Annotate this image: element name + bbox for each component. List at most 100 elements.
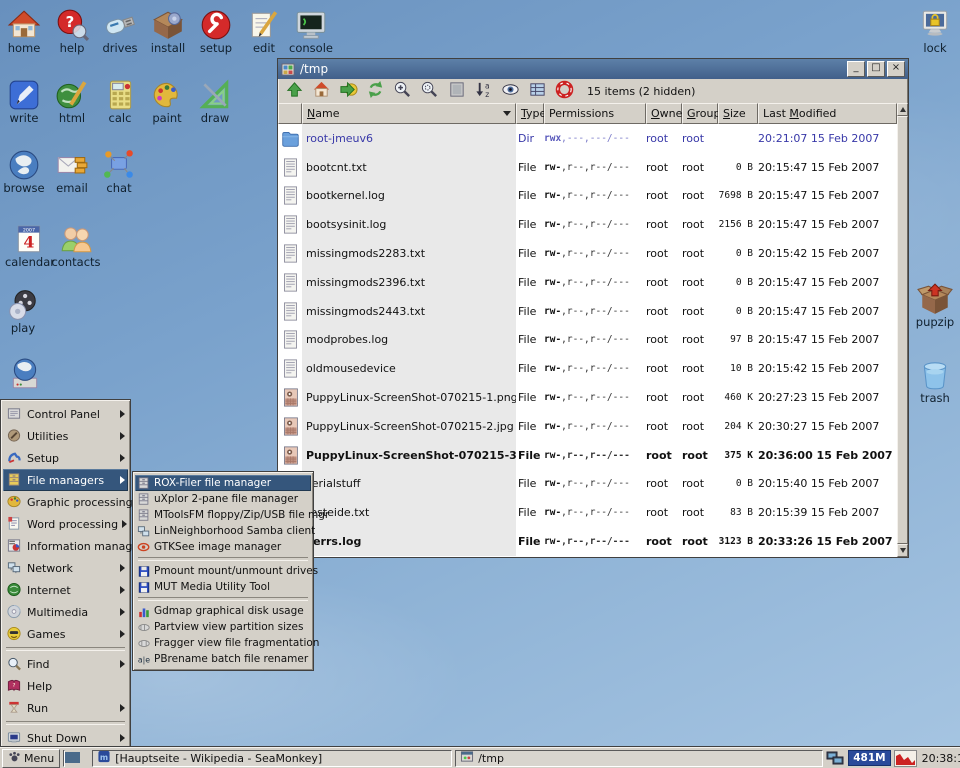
table-row[interactable]: PuppyLinux-ScreenShot-070215-2.jpgFilerw…: [278, 412, 897, 441]
menu-button[interactable]: Menu: [2, 749, 60, 768]
table-row[interactable]: modprobes.logFilerw-,r--,r--/---rootroot…: [278, 326, 897, 355]
menu-item-information-managers[interactable]: Information managers: [3, 535, 128, 557]
network-tray-icon[interactable]: [826, 751, 845, 766]
desktop-icon-lock[interactable]: lock: [902, 8, 960, 54]
desktop-icon-console[interactable]: console: [278, 8, 344, 54]
taskbar-task-2[interactable]: /tmp: [455, 750, 823, 767]
menu-item-internet[interactable]: Internet: [3, 579, 128, 601]
column-header-last-modified[interactable]: Last Modified: [758, 103, 897, 124]
close-button[interactable]: ×: [887, 61, 905, 77]
file-permissions: rw-,r--,r--/---: [544, 219, 646, 230]
column-header-permissions[interactable]: Permissions: [544, 103, 646, 124]
zoom-fit-button[interactable]: [417, 80, 441, 102]
vertical-scrollbar[interactable]: [897, 103, 908, 557]
menu-item-multimedia[interactable]: Multimedia: [3, 601, 128, 623]
table-row[interactable]: PuppyLinux-ScreenShot-070215-1.pngFilerw…: [278, 383, 897, 412]
file-type: File: [516, 449, 544, 462]
taskbar-task-1[interactable]: m[Hauptseite - Wikipedia - SeaMonkey]: [92, 750, 452, 767]
table-row[interactable]: bootkernel.logFilerw-,r--,r--/---rootroo…: [278, 182, 897, 211]
desktop-icon-play[interactable]: play: [0, 288, 56, 334]
scroll-up-button[interactable]: [897, 103, 908, 116]
menu-item-pmount-mount-unmount-drives[interactable]: Pmount mount/unmount drives: [135, 563, 311, 579]
scroll-down-button[interactable]: [897, 544, 908, 557]
column-header-group[interactable]: Group: [682, 103, 718, 124]
up-button[interactable]: [282, 80, 306, 102]
desktop-icon-trash[interactable]: trash: [902, 358, 960, 404]
menu-item-utilities[interactable]: Utilities: [3, 425, 128, 447]
menu-item-shut-down[interactable]: Shut Down: [3, 727, 128, 749]
help-button[interactable]: [552, 80, 576, 102]
column-header-blank[interactable]: [278, 103, 302, 124]
menu-item-mut-media-utility-tool[interactable]: MUT Media Utility Tool: [135, 579, 311, 595]
window-titlebar[interactable]: /tmp _ □ ×: [278, 59, 908, 79]
refresh-button[interactable]: [363, 80, 387, 102]
menu-item-label: uXplor 2-pane file manager: [154, 493, 298, 505]
menu-item-word-processing[interactable]: Word processing: [3, 513, 128, 535]
network-icon: [6, 560, 23, 576]
column-header-owner[interactable]: Owner: [646, 103, 682, 124]
table-row[interactable]: serialstuffFilerw-,r--,r--/---rootroot0 …: [278, 470, 897, 499]
desktop-icon-contacts[interactable]: contacts: [43, 222, 109, 268]
menu-item-games[interactable]: Games: [3, 623, 128, 645]
file-size: 460 K: [718, 392, 758, 403]
table-row[interactable]: missingmods2443.txtFilerw-,r--,r--/---ro…: [278, 297, 897, 326]
table-row[interactable]: root-jmeuv6Dirrwx,---,---/---rootroot20:…: [278, 124, 897, 153]
table-row[interactable]: bootcnt.txtFilerw-,r--,r--/---rootroot0 …: [278, 153, 897, 182]
menu-item-partview-view-partition-sizes[interactable]: Partview view partition sizes: [135, 619, 311, 635]
menu-item-fragger-view-file-fragmentation[interactable]: Fragger view file fragmentation: [135, 635, 311, 651]
menu-item-control-panel[interactable]: Control Panel: [3, 403, 128, 425]
menu-item-setup[interactable]: Setup: [3, 447, 128, 469]
table-row[interactable]: PuppyLinux-ScreenShot-070215-3.pngFilerw…: [278, 441, 897, 470]
menu-item-find[interactable]: Find: [3, 653, 128, 675]
menu-item-help[interactable]: ?Help: [3, 675, 128, 697]
menu-item-file-managers[interactable]: File managers: [3, 469, 128, 491]
menu-item-linneighborhood-samba-client[interactable]: LinNeighborhood Samba client: [135, 523, 311, 539]
column-header-name[interactable]: Name: [302, 103, 516, 124]
file-modified: 20:15:47 15 Feb 2007: [758, 161, 897, 174]
table-row[interactable]: bootsysinit.logFilerw-,r--,r--/---rootro…: [278, 210, 897, 239]
scrollbar-thumb[interactable]: [897, 116, 908, 544]
lock-icon: [902, 8, 960, 42]
table-row[interactable]: missingmods2283.txtFilerw-,r--,r--/---ro…: [278, 239, 897, 268]
details-view-button[interactable]: [525, 80, 549, 102]
menu-item-mtoolsfm-floppy-zip-usb-file-mgr[interactable]: MToolsFM floppy/Zip/USB file mgr: [135, 507, 311, 523]
menu-item-graphic-processing[interactable]: Graphic processing: [3, 491, 128, 513]
home-button[interactable]: [309, 80, 333, 102]
column-header-size[interactable]: Size: [718, 103, 758, 124]
file-size: 0 B: [718, 277, 758, 288]
desktop-icon-connect[interactable]: [0, 358, 58, 392]
menu-item-rox-filer-file-manager[interactable]: ROX-Filer file manager: [135, 475, 311, 491]
submenu-arrow-icon: [122, 520, 127, 528]
file-name: missingmods2283.txt: [302, 239, 516, 268]
menu-item-gdmap-graphical-disk-usage[interactable]: Gdmap graphical disk usage: [135, 603, 311, 619]
desktop-pager[interactable]: [63, 750, 65, 767]
maximize-button[interactable]: □: [867, 61, 885, 77]
menu-item-uxplor-2-pane-file-manager[interactable]: uXplor 2-pane file manager: [135, 491, 311, 507]
menu-item-label: Partview view partition sizes: [154, 621, 304, 633]
sort-button[interactable]: az: [471, 80, 495, 102]
menu-item-gtksee-image-manager[interactable]: GTKSee image manager: [135, 539, 311, 555]
table-row[interactable]: missingmods2396.txtFilerw-,r--,r--/---ro…: [278, 268, 897, 297]
zoom-in-button[interactable]: [390, 80, 414, 102]
menu-item-run[interactable]: Run: [3, 697, 128, 719]
table-row[interactable]: xerrs.logFilerw-,r--,r--/---rootroot3123…: [278, 527, 897, 556]
desktop-icon-label: console: [278, 42, 344, 54]
menu-item-network[interactable]: Network: [3, 557, 128, 579]
trash-icon: [902, 358, 960, 392]
desktop-icon-chat[interactable]: chat: [86, 148, 152, 194]
show-hidden-button[interactable]: [498, 80, 522, 102]
minimize-button[interactable]: _: [847, 61, 865, 77]
column-header-type[interactable]: Type: [516, 103, 544, 124]
table-row[interactable]: oldmousedeviceFilerw-,r--,r--/---rootroo…: [278, 354, 897, 383]
svg-text:a|e: a|e: [138, 655, 150, 664]
desktop-icon-draw[interactable]: draw: [182, 78, 248, 124]
back-button[interactable]: [336, 80, 360, 102]
menu-item-pbrename-batch-file-renamer[interactable]: a|ePBrename batch file renamer: [135, 651, 311, 667]
file-type: File: [516, 362, 544, 375]
table-row[interactable]: testeide.txtFilerw-,r--,r--/---rootroot8…: [278, 498, 897, 527]
file-owner: root: [646, 535, 682, 548]
games-icon: [6, 626, 23, 642]
icons-view-button[interactable]: [444, 80, 468, 102]
desktop-icon-pupzip[interactable]: pupzip: [902, 282, 960, 328]
svg-text:z: z: [485, 90, 489, 99]
